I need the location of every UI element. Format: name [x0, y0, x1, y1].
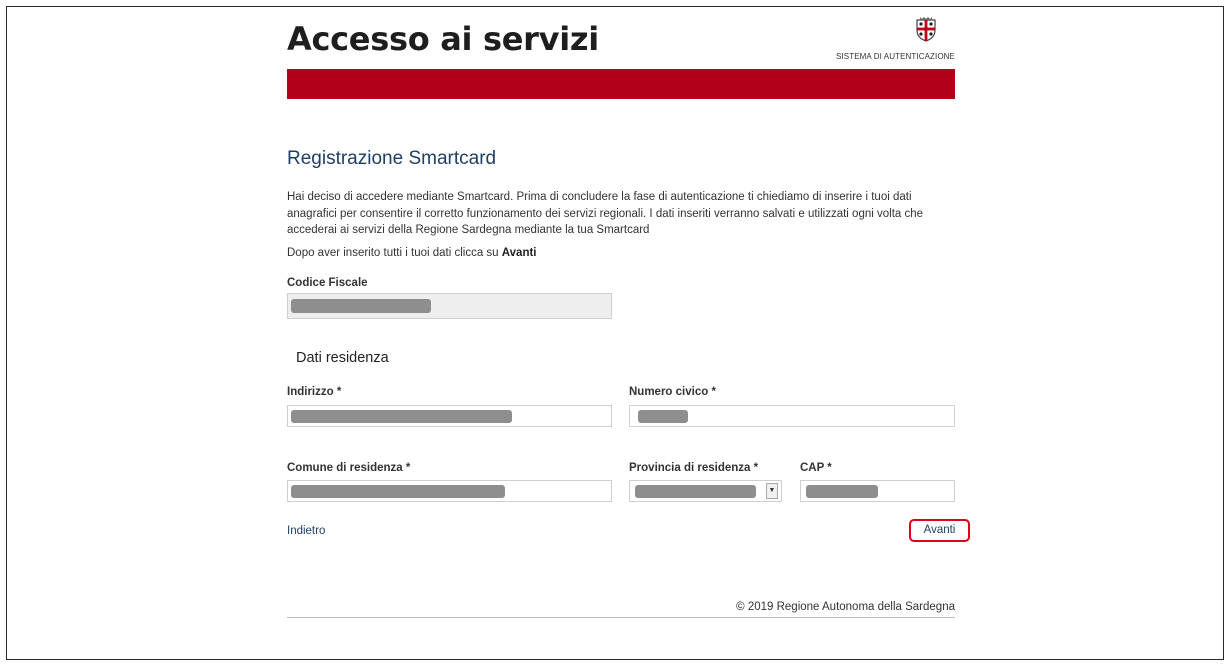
intro-text: Hai deciso di accedere mediante Smartcar…: [287, 191, 924, 236]
redacted-value: [638, 410, 688, 423]
sardinia-crest-icon: [916, 17, 936, 42]
header-banner: [287, 69, 955, 99]
cap-input[interactable]: [800, 480, 955, 502]
provincia-select[interactable]: ▼: [629, 480, 782, 502]
instruction-emphasis: Avanti: [501, 247, 537, 259]
section-title: Registrazione Smartcard: [287, 148, 497, 169]
redacted-value: [806, 485, 878, 498]
instruction-prefix: Dopo aver inserito tutti i tuoi dati cli…: [287, 247, 502, 259]
cap-label: CAP *: [800, 462, 832, 474]
comune-input[interactable]: [287, 480, 612, 502]
app-title: Accesso ai servizi: [287, 20, 599, 58]
redacted-value: [291, 299, 431, 313]
residence-section-title: Dati residenza: [296, 350, 389, 366]
indirizzo-label: Indirizzo *: [287, 386, 342, 398]
footer-divider: [287, 617, 955, 618]
redacted-value: [291, 410, 512, 423]
numero-civico-input[interactable]: [629, 405, 955, 427]
instruction-text: Dopo aver inserito tutti i tuoi dati cli…: [287, 247, 537, 259]
codice-fiscale-label: Codice Fiscale: [287, 277, 368, 289]
redacted-value: [291, 485, 505, 498]
comune-label: Comune di residenza *: [287, 462, 411, 474]
numero-civico-label: Numero civico *: [629, 386, 716, 398]
redacted-value: [635, 485, 756, 498]
next-button[interactable]: Avanti: [909, 519, 970, 542]
provincia-label: Provincia di residenza *: [629, 462, 759, 474]
brand-caption: SISTEMA DI AUTENTICAZIONE: [836, 52, 955, 61]
chevron-down-icon[interactable]: ▼: [766, 483, 778, 499]
browser-frame: [6, 6, 1224, 660]
indirizzo-input[interactable]: [287, 405, 612, 427]
footer-copyright: © 2019 Regione Autonoma della Sardegna: [736, 601, 955, 613]
codice-fiscale-field: [287, 293, 612, 319]
back-link[interactable]: Indietro: [287, 525, 325, 537]
